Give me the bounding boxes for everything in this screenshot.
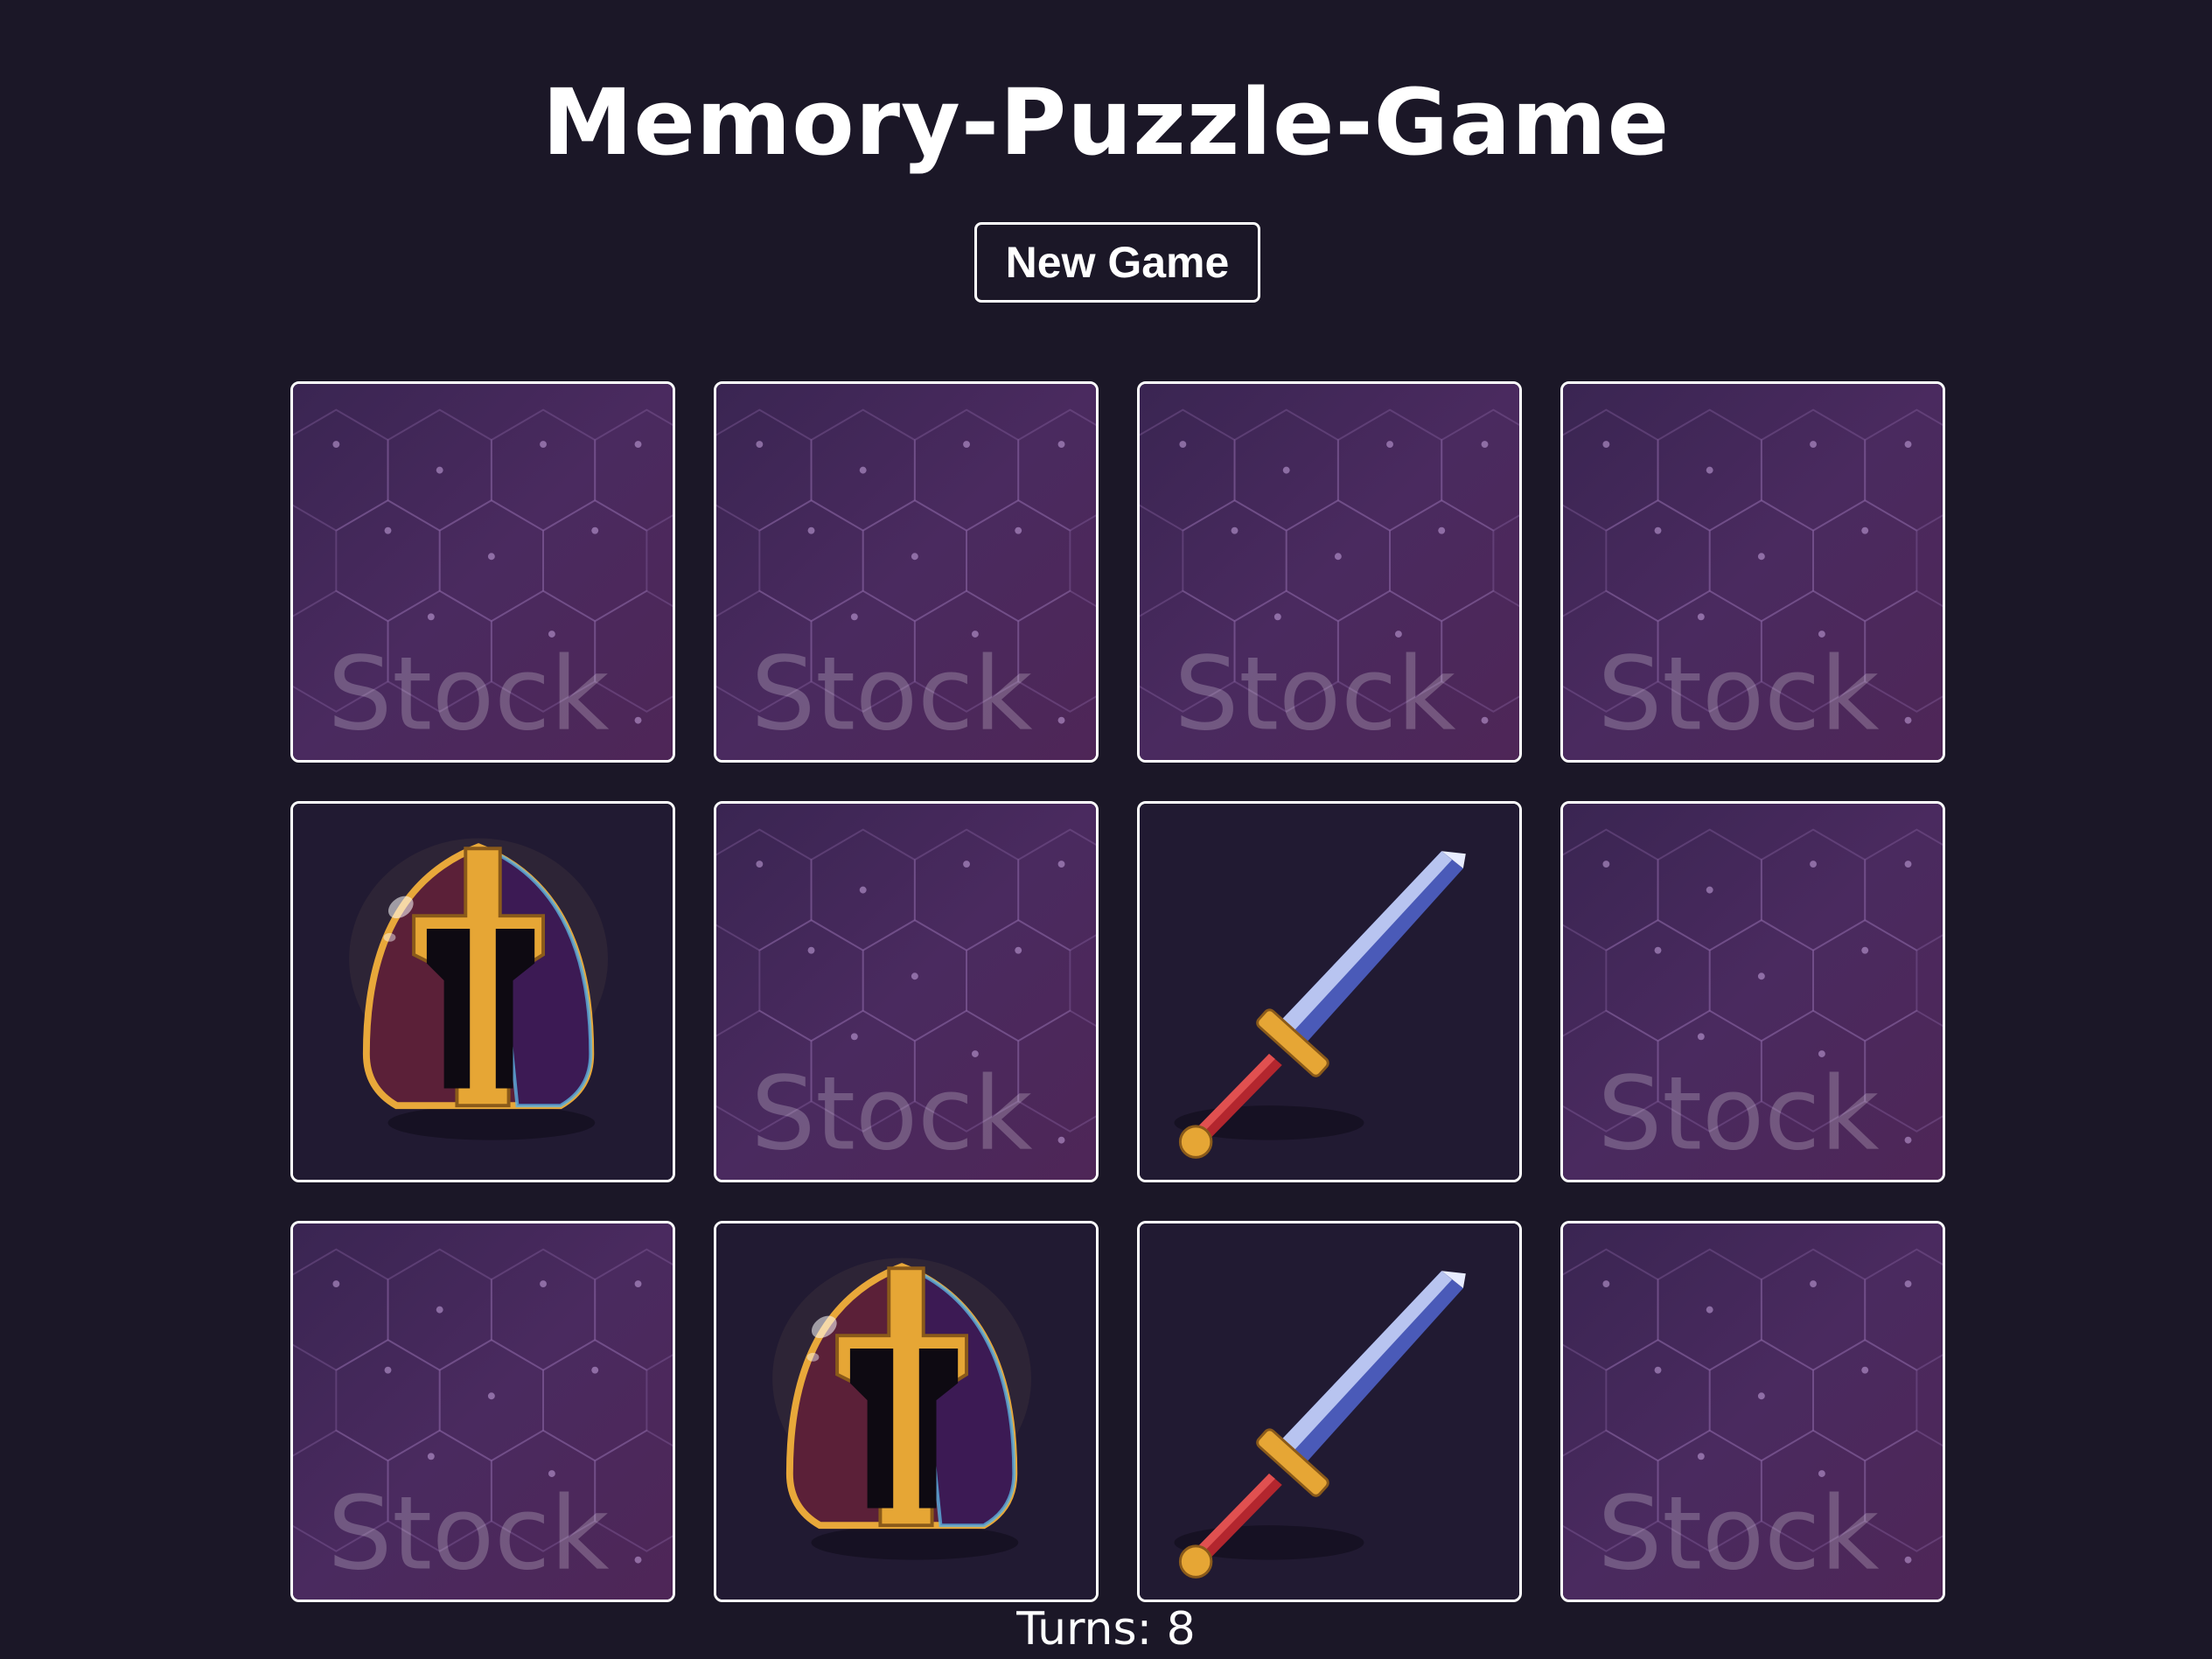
card-revealed[interactable] bbox=[290, 801, 675, 1182]
card-hidden[interactable]: Stock bbox=[714, 801, 1099, 1182]
card-back-icon: Stock bbox=[716, 384, 1096, 760]
card-hidden[interactable]: Stock bbox=[1137, 381, 1522, 763]
card-grid: Stock Stock Stock Stock Stock Stock Stoc… bbox=[290, 381, 1945, 1602]
turns-counter: Turns: 8 bbox=[1016, 1603, 1196, 1656]
card-hidden[interactable]: Stock bbox=[1560, 801, 1945, 1182]
card-hidden[interactable]: Stock bbox=[290, 1221, 675, 1602]
card-back-icon: Stock bbox=[1140, 384, 1519, 760]
card-back-icon: Stock bbox=[716, 804, 1096, 1180]
sword-icon bbox=[1140, 804, 1519, 1180]
card-revealed[interactable] bbox=[1137, 1221, 1522, 1602]
card-watermark: Stock bbox=[1597, 1474, 1880, 1593]
card-watermark: Stock bbox=[327, 1474, 610, 1593]
card-watermark: Stock bbox=[327, 635, 610, 753]
card-watermark: Stock bbox=[1597, 635, 1880, 753]
card-hidden[interactable]: Stock bbox=[1560, 381, 1945, 763]
helmet-icon bbox=[293, 804, 673, 1180]
card-watermark: Stock bbox=[1597, 1055, 1880, 1173]
card-back-icon: Stock bbox=[1563, 1223, 1943, 1600]
card-hidden[interactable]: Stock bbox=[1560, 1221, 1945, 1602]
card-watermark: Stock bbox=[750, 1055, 1033, 1173]
card-revealed[interactable] bbox=[1137, 801, 1522, 1182]
helmet-icon bbox=[716, 1223, 1096, 1600]
card-watermark: Stock bbox=[750, 635, 1033, 753]
card-hidden[interactable]: Stock bbox=[290, 381, 675, 763]
card-watermark: Stock bbox=[1174, 635, 1456, 753]
card-back-icon: Stock bbox=[293, 1223, 673, 1600]
memory-game-app: Memory-Puzzle-Game New Game Stock Stock … bbox=[0, 0, 2212, 1659]
card-back-icon: Stock bbox=[1563, 384, 1943, 760]
card-hidden[interactable]: Stock bbox=[714, 381, 1099, 763]
new-game-button[interactable]: New Game bbox=[974, 222, 1260, 303]
card-back-icon: Stock bbox=[1563, 804, 1943, 1180]
card-back-icon: Stock bbox=[293, 384, 673, 760]
sword-icon bbox=[1140, 1223, 1519, 1600]
page-title: Memory-Puzzle-Game bbox=[541, 69, 1671, 176]
card-revealed[interactable] bbox=[714, 1221, 1099, 1602]
